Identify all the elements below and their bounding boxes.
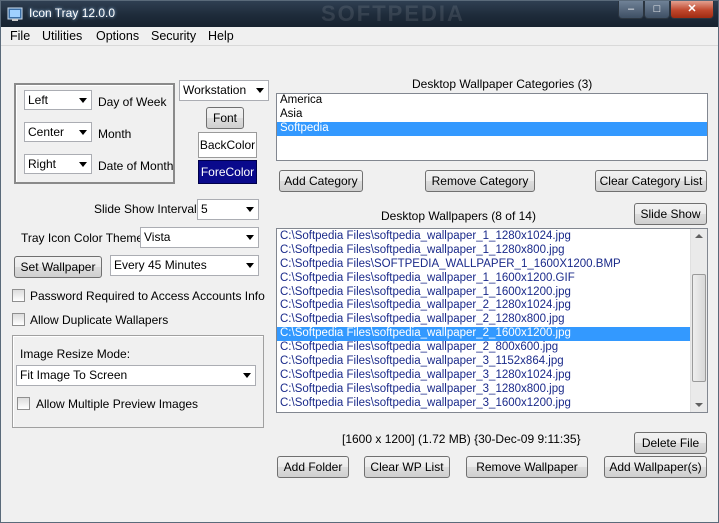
chevron-down-icon xyxy=(79,98,87,103)
wallpaper-item[interactable]: C:\Softpedia Files\softpedia_wallpaper_3… xyxy=(277,397,690,411)
chevron-down-icon xyxy=(79,130,87,135)
category-item[interactable]: America xyxy=(277,94,707,108)
window-title: Icon Tray 12.0.0 xyxy=(29,6,116,20)
remove-wallpaper-button[interactable]: Remove Wallpaper xyxy=(466,456,588,478)
slide-show-button[interactable]: Slide Show xyxy=(634,203,707,225)
menu-help[interactable]: Help xyxy=(208,29,234,43)
chevron-down-icon xyxy=(246,207,254,212)
password-checkbox[interactable] xyxy=(12,289,25,302)
chevron-down-icon xyxy=(79,162,87,167)
add-folder-button[interactable]: Add Folder xyxy=(277,456,349,478)
wallpapers-scrollbar[interactable] xyxy=(690,229,707,412)
workstation-select[interactable]: Workstation xyxy=(179,80,269,101)
slideshow-interval-select[interactable]: 5 xyxy=(197,199,259,220)
wallpaper-info: [1600 x 1200] (1.72 MB) {30-Dec-09 9:11:… xyxy=(342,432,581,446)
month-align[interactable]: Center xyxy=(24,122,92,142)
wallpaper-item[interactable]: C:\Softpedia Files\softpedia_wallpaper_2… xyxy=(277,299,690,313)
password-checkbox-label: Password Required to Access Accounts Inf… xyxy=(30,289,265,303)
date-of-month-label: Date of Month xyxy=(98,159,174,173)
font-button[interactable]: Font xyxy=(206,107,244,129)
wallpaper-item[interactable]: C:\Softpedia Files\softpedia_wallpaper_1… xyxy=(277,230,690,244)
categories-title: Desktop Wallpaper Categories (3) xyxy=(412,77,593,91)
chevron-down-icon xyxy=(246,263,254,268)
menu-file[interactable]: File xyxy=(10,29,30,43)
multiple-preview-label: Allow Multiple Preview Images xyxy=(36,397,199,411)
menu-utilities[interactable]: Utilities xyxy=(42,29,82,43)
watermark: SOFTPEDIA xyxy=(321,1,465,26)
slideshow-interval-label: Slide Show Interval: xyxy=(94,202,201,216)
chevron-down-icon xyxy=(256,88,264,93)
menu-security[interactable]: Security xyxy=(151,29,196,43)
scroll-up-icon[interactable] xyxy=(695,234,703,238)
chevron-down-icon xyxy=(243,373,251,378)
wallpaper-item[interactable]: C:\Softpedia Files\softpedia_wallpaper_3… xyxy=(277,383,690,397)
wallpaper-item[interactable]: C:\Softpedia Files\softpedia_wallpaper_2… xyxy=(277,327,690,342)
categories-listbox[interactable]: America Asia Softpedia xyxy=(276,93,708,161)
add-category-button[interactable]: Add Category xyxy=(279,170,363,192)
chevron-down-icon xyxy=(246,235,254,240)
forecolor-button[interactable]: ForeColor xyxy=(198,160,257,184)
clear-category-list-button[interactable]: Clear Category List xyxy=(595,170,707,192)
remove-category-button[interactable]: Remove Category xyxy=(425,170,535,192)
category-item[interactable]: Softpedia xyxy=(277,121,707,136)
app-icon xyxy=(7,6,23,22)
wallpaper-item[interactable]: C:\Softpedia Files\softpedia_wallpaper_1… xyxy=(277,244,690,258)
menu-options[interactable]: Options xyxy=(96,29,139,43)
wallpapers-listbox[interactable]: C:\Softpedia Files\softpedia_wallpaper_1… xyxy=(276,228,708,413)
add-wallpapers-button[interactable]: Add Wallpaper(s) xyxy=(604,456,707,478)
backcolor-button[interactable]: BackColor xyxy=(198,132,257,158)
wallpaper-item[interactable]: C:\Softpedia Files\softpedia_wallpaper_3… xyxy=(277,355,690,369)
resize-mode-select[interactable]: Fit Image To Screen xyxy=(16,365,256,386)
wallpaper-item[interactable]: C:\Softpedia Files\SOFTPEDIA_WALLPAPER_1… xyxy=(277,258,690,272)
scroll-down-icon[interactable] xyxy=(695,403,703,407)
set-wallpaper-button[interactable]: Set Wallpaper xyxy=(14,256,102,278)
minimize-button[interactable]: – xyxy=(618,1,644,19)
wallpapers-title: Desktop Wallpapers (8 of 14) xyxy=(381,209,536,223)
set-wallpaper-interval-select[interactable]: Every 45 Minutes xyxy=(110,255,259,276)
day-of-week-align[interactable]: Left xyxy=(24,90,92,110)
category-item[interactable]: Asia xyxy=(277,108,707,122)
close-icon: ✕ xyxy=(687,3,697,15)
app-window: Icon Tray 12.0.0 SOFTPEDIA – □ ✕ File Ut… xyxy=(0,0,719,523)
delete-file-button[interactable]: Delete File xyxy=(634,432,707,454)
duplicates-checkbox-label: Allow Duplicate Wallapers xyxy=(30,313,169,327)
clear-wp-list-button[interactable]: Clear WP List xyxy=(364,456,450,478)
wallpaper-item[interactable]: C:\Softpedia Files\softpedia_wallpaper_2… xyxy=(277,341,690,355)
day-of-week-label: Day of Week xyxy=(98,95,167,109)
theme-label: Tray Icon Color Themes: xyxy=(21,231,153,245)
month-label: Month xyxy=(98,127,132,141)
wallpaper-item[interactable]: C:\Softpedia Files\softpedia_wallpaper_1… xyxy=(277,272,690,286)
resize-mode-label: Image Resize Mode: xyxy=(20,347,131,361)
multiple-preview-checkbox[interactable] xyxy=(17,397,30,410)
wallpaper-item[interactable]: C:\Softpedia Files\softpedia_wallpaper_2… xyxy=(277,313,690,327)
wallpaper-item[interactable]: C:\Softpedia Files\softpedia_wallpaper_3… xyxy=(277,369,690,383)
menu-bar: File Utilities Options Security Help xyxy=(1,27,718,46)
date-of-month-align[interactable]: Right xyxy=(24,154,92,174)
duplicates-checkbox[interactable] xyxy=(12,313,25,326)
scroll-thumb[interactable] xyxy=(692,274,706,382)
close-button[interactable]: ✕ xyxy=(670,1,714,19)
maximize-button[interactable]: □ xyxy=(644,1,670,19)
title-bar[interactable]: Icon Tray 12.0.0 SOFTPEDIA – □ ✕ xyxy=(1,1,718,27)
theme-select[interactable]: Vista xyxy=(140,227,259,248)
wallpaper-item[interactable]: C:\Softpedia Files\softpedia_wallpaper_1… xyxy=(277,286,690,300)
